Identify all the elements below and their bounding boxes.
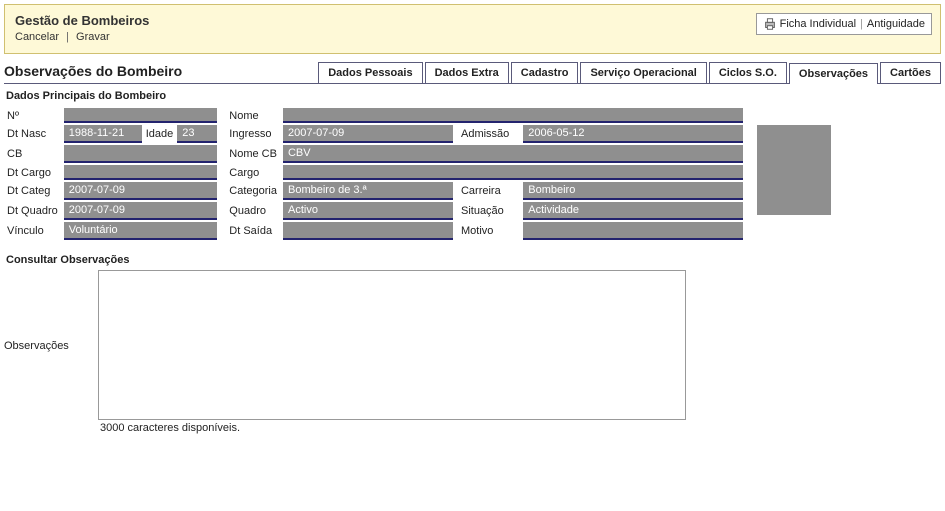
label-categoria: Categoria <box>219 182 281 200</box>
photo-placeholder <box>757 125 831 215</box>
value-admissao: 2006-05-12 <box>523 125 743 143</box>
value-carreira: Bombeiro <box>523 182 743 200</box>
value-dtquadro: 2007-07-09 <box>64 202 218 220</box>
separator: | <box>860 18 863 30</box>
label-observacoes: Observações <box>4 270 98 352</box>
label-admissao: Admissão <box>455 125 521 143</box>
value-no <box>64 108 218 123</box>
label-dtcateg: Dt Categ <box>6 182 62 200</box>
label-dtnasc: Dt Nasc <box>6 125 62 143</box>
photo-column <box>757 106 831 242</box>
printer-icon <box>763 17 777 31</box>
tab-cartoes[interactable]: Cartões <box>880 62 941 83</box>
main-data-grid: Nº Nome Dt Nasc 1988-11-21 Idade 23 Ingr… <box>4 106 941 242</box>
tab-ciclos-so[interactable]: Ciclos S.O. <box>709 62 787 83</box>
obs-row: Observações <box>4 270 941 420</box>
value-nomecb: CBV <box>283 145 743 163</box>
value-quadro: Activo <box>283 202 453 220</box>
label-nome: Nome <box>219 108 281 123</box>
value-dtnasc: 1988-11-21 <box>64 125 142 143</box>
value-dtsaida <box>283 222 453 240</box>
save-link[interactable]: Gravar <box>76 31 110 43</box>
tab-dados-extra[interactable]: Dados Extra <box>425 62 509 83</box>
tab-dados-pessoais[interactable]: Dados Pessoais <box>318 62 422 83</box>
antiguidade-button[interactable]: Antiguidade <box>867 18 925 30</box>
separator: | <box>66 31 69 43</box>
value-dtcateg: 2007-07-09 <box>64 182 218 200</box>
ficha-label: Ficha Individual <box>780 18 856 30</box>
antig-label: Antiguidade <box>867 18 925 30</box>
label-cb: CB <box>6 145 62 163</box>
value-categoria: Bombeiro de 3.ª <box>283 182 453 200</box>
value-ingresso: 2007-07-09 <box>283 125 453 143</box>
label-situacao: Situação <box>455 202 521 220</box>
form-table: Nº Nome Dt Nasc 1988-11-21 Idade 23 Ingr… <box>4 106 745 242</box>
label-no: Nº <box>6 108 62 123</box>
value-nome <box>283 108 743 123</box>
tab-servico-operacional[interactable]: Serviço Operacional <box>580 62 706 83</box>
char-counter: 3000 caracteres disponíveis. <box>100 422 941 434</box>
label-carreira: Carreira <box>455 182 521 200</box>
label-dtquadro: Dt Quadro <box>6 202 62 220</box>
cancel-link[interactable]: Cancelar <box>15 31 59 43</box>
title-tab-bar: Observações do Bombeiro Dados Pessoais D… <box>4 62 941 84</box>
section-obs-title: Consultar Observações <box>6 254 941 266</box>
value-cb <box>64 145 218 163</box>
header-panel: Gestão de Bombeiros Cancelar | Gravar Fi… <box>4 4 941 54</box>
value-dtcargo <box>64 165 218 180</box>
tab-observacoes[interactable]: Observações <box>789 63 878 84</box>
label-idade: Idade <box>144 125 176 143</box>
label-dtsaida: Dt Saída <box>219 222 281 240</box>
label-dtcargo: Dt Cargo <box>6 165 62 180</box>
tabs: Dados Pessoais Dados Extra Cadastro Serv… <box>318 62 941 83</box>
ficha-individual-button[interactable]: Ficha Individual <box>763 17 856 31</box>
label-motivo: Motivo <box>455 222 521 240</box>
value-cargo <box>283 165 743 180</box>
observacoes-textarea[interactable] <box>98 270 686 420</box>
value-idade: 23 <box>177 125 217 143</box>
value-vinculo: Voluntário <box>64 222 218 240</box>
header-buttons: Ficha Individual | Antiguidade <box>756 13 932 35</box>
label-ingresso: Ingresso <box>219 125 281 143</box>
label-nomecb: Nome CB <box>219 145 281 163</box>
value-motivo <box>523 222 743 240</box>
page-title: Observações do Bombeiro <box>4 63 274 83</box>
section-main-title: Dados Principais do Bombeiro <box>6 90 941 102</box>
value-situacao: Actividade <box>523 202 743 220</box>
label-cargo: Cargo <box>219 165 281 180</box>
label-quadro: Quadro <box>219 202 281 220</box>
label-vinculo: Vínculo <box>6 222 62 240</box>
tab-cadastro[interactable]: Cadastro <box>511 62 579 83</box>
